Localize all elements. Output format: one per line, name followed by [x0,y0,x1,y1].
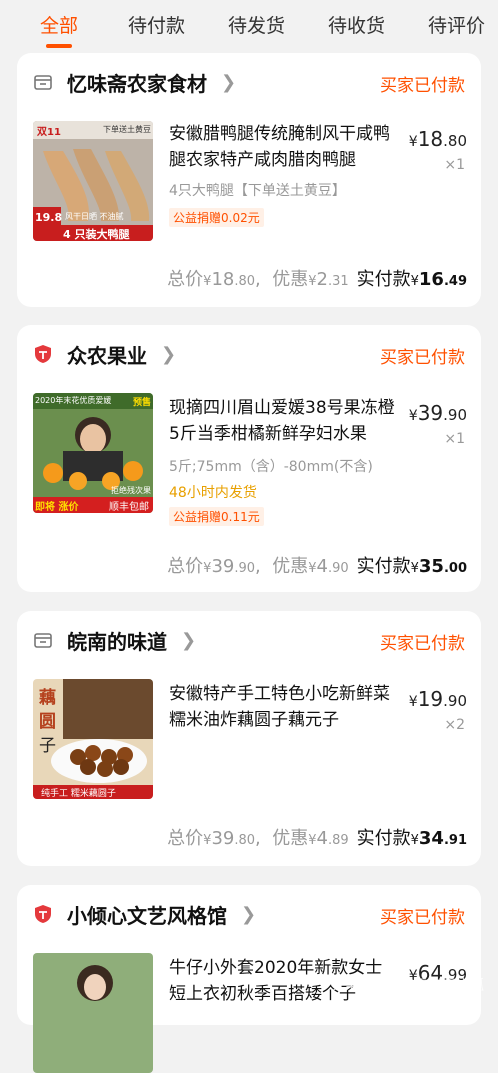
watermark: 头条号 / 冰花雪影青庄狐 [330,978,484,994]
tab-pending-review[interactable]: 待评价 [428,12,485,40]
shop-name: 小倾心文艺风格馆 [67,903,227,928]
unit-price: ¥19.90 [408,687,467,711]
order-totals: 总价 ¥39.90, 优惠 ¥4.90 实付款 ¥35.00 [167,556,467,577]
order-card[interactable]: 忆味斋农家食材 ❯ 买家已付款 双11 下单送土黄豆 19.8 风干日晒 不油腻… [17,53,481,307]
tab-pending-receipt[interactable]: 待收货 [328,12,385,40]
product-spec: 5斤;75mm（含）-80mm(不含) [169,459,373,475]
shop-name: 众农果业 [67,343,147,368]
product-image[interactable] [33,953,153,1073]
product-image[interactable]: 藕 圆 子 纯手工 糯米藕圆子 [33,679,153,799]
order-card[interactable]: 皖南的味道 ❯ 买家已付款 藕 圆 子 纯手工 糯米藕圆子 安徽特产手工特色小吃… [17,611,481,866]
promo-note: 下单送土黄豆 [103,125,151,134]
order-status: 买家已付款 [380,76,465,96]
product-title[interactable]: 安徽腊鸭腿传统腌制风干咸鸭腿农家特产咸肉腊肉鸭腿 [169,121,397,173]
promo-tag: 双11 [37,127,61,138]
quantity: ×2 [444,717,465,733]
quantity: ×1 [444,431,465,447]
promo-tag: 2020年末花优质爱媛 [35,396,112,405]
product-image[interactable]: 双11 下单送土黄豆 19.8 风干日晒 不油腻 4 只装大鸭腿 [33,121,153,241]
promo-right: 顺丰包邮 [109,502,149,513]
promo-char: 藕 [39,688,56,708]
promo-price: 19.8 [35,211,63,224]
order-tabs: 全部 待付款 待发货 待收货 待评价 [0,0,498,50]
chevron-right-icon: ❯ [221,71,237,93]
promo-left: 即将 涨价 [35,502,79,513]
tab-all[interactable]: 全部 [40,12,78,40]
order-totals: 总价 ¥39.80, 优惠 ¥4.89 实付款 ¥34.91 [167,828,467,849]
order-totals: 总价 ¥18.80, 优惠 ¥2.31 实付款 ¥16.49 [167,269,467,290]
promo-caption: 纯手工 糯米藕圆子 [41,789,116,799]
shop-link[interactable]: 众农果业 ❯ [33,339,176,369]
promo-mid: 拒绝残次果 [111,486,151,495]
promo-caption: 4 只装大鸭腿 [63,228,130,241]
charity-badge: 公益捐赠0.02元 [169,208,264,227]
order-card[interactable]: 众农果业 ❯ 买家已付款 2020年末花优质爱媛 预售 即将 涨价 顺丰包邮 拒… [17,325,481,592]
store-icon [34,633,52,648]
promo-badge: 风干日晒 不油腻 [65,212,124,221]
shop-name: 皖南的味道 [67,629,167,654]
product-title[interactable]: 安徽特产手工特色小吃新鲜菜糯米油炸藕圆子藕元子 [169,681,397,733]
order-status: 买家已付款 [380,348,465,368]
shop-link[interactable]: 忆味斋农家食材 ❯ [33,67,236,97]
order-status: 买家已付款 [380,908,465,928]
shop-name: 忆味斋农家食材 [67,71,207,96]
shipping-promise: 48小时内发货 [169,485,257,501]
chevron-right-icon: ❯ [241,903,257,925]
promo-char: 圆 [39,712,56,732]
chevron-right-icon: ❯ [161,343,177,365]
promo-presale: 预售 [132,398,151,408]
tab-pending-shipment[interactable]: 待发货 [228,12,285,40]
product-image[interactable]: 2020年末花优质爱媛 预售 即将 涨价 顺丰包邮 拒绝残次果 [33,393,153,513]
tab-pending-payment[interactable]: 待付款 [128,12,185,40]
shop-link[interactable]: 小倾心文艺风格馆 ❯ [33,899,256,929]
chevron-right-icon: ❯ [181,629,197,651]
tmall-shop-icon [35,905,51,923]
tmall-shop-icon [35,345,51,363]
unit-price: ¥18.80 [408,127,467,151]
shop-link[interactable]: 皖南的味道 ❯ [33,625,196,655]
charity-badge: 公益捐赠0.11元 [169,507,264,526]
quantity: ×1 [444,157,465,173]
active-tab-indicator [46,44,72,48]
order-card[interactable]: 小倾心文艺风格馆 ❯ 买家已付款 牛仔小外套2020年新款女士短上衣初秋季百搭矮… [17,885,481,1073]
order-status: 买家已付款 [380,634,465,654]
product-spec: 4只大鸭腿【下单送土黄豆】 [169,183,346,199]
product-title[interactable]: 现摘四川眉山爱媛38号果冻橙5斤当季柑橘新鲜孕妇水果 [169,395,397,447]
unit-price: ¥39.90 [408,401,467,425]
promo-char: 子 [39,736,56,756]
store-icon [34,75,52,90]
